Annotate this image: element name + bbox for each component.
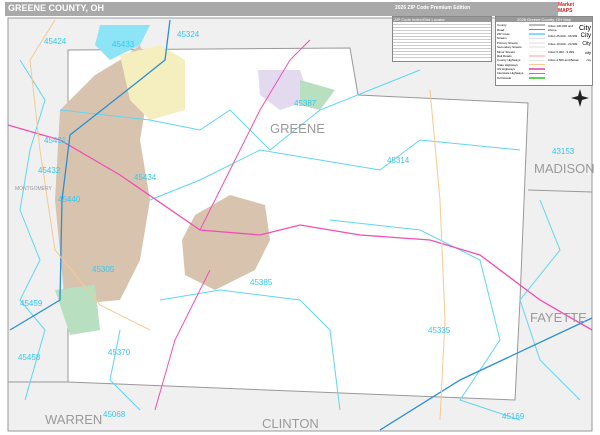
legend-swatch [529, 37, 545, 40]
legend-swatch [529, 46, 545, 48]
city-size-sample: City [578, 24, 591, 32]
city-size-sample: City [582, 41, 591, 47]
zip-label: 45305 [92, 265, 115, 274]
legend-item-label: County [497, 23, 507, 28]
zip-label: 45431 [44, 136, 67, 145]
city-size-sample: City [580, 33, 591, 39]
legend-item-label: Rail Roads [497, 53, 512, 58]
zip-index-table: ZIP Code Index/Grid Locator [392, 16, 492, 62]
county-label-fayette: FAYETTE [530, 310, 587, 325]
zip-label: 45385 [250, 278, 273, 287]
index-rows [393, 22, 491, 60]
legend-item: Toll Roads [497, 76, 545, 80]
county-label-clinton: CLINTON [262, 416, 319, 431]
legend-city-size: Cities 10,000 - 24,999 City [548, 40, 591, 48]
zip-label: 45458 [18, 353, 41, 362]
legend-item-label: State Highways [497, 62, 518, 67]
county-label-warren: WARREN [45, 412, 102, 427]
zip-label: 45432 [38, 166, 61, 175]
legend-swatch [529, 68, 545, 70]
zip-label: 45370 [108, 348, 131, 357]
zip-label: 43153 [552, 147, 575, 156]
legend-item-label: Road [497, 27, 505, 32]
legend-item-label: US Highways [497, 67, 516, 72]
map-legend: 2026 Greene County, OH Map County Road ZIP… [495, 16, 593, 86]
legend-swatch [529, 50, 545, 53]
zip-label: 45459 [20, 299, 43, 308]
city-size-label: Cities 25,000 - 99,999 [548, 34, 578, 38]
zip-label: 45314 [387, 156, 410, 165]
county-label-greene: GREENE [270, 121, 325, 136]
zip-label: 45169 [502, 412, 525, 421]
city-size-label: Cities 10,000 - 24,999 [548, 42, 578, 46]
legend-item-label: Primary Streets [497, 40, 518, 45]
county-label-madison: MADISON [534, 161, 595, 176]
legend-item-label: County Highways [497, 58, 521, 63]
county-label-montgomery: MONTGOMERY [15, 186, 53, 192]
legend-swatch [529, 55, 545, 57]
city-size-label: Cities 5,000 - 9,999 [548, 50, 575, 54]
city-size-sample: city [585, 49, 591, 55]
zip-label: 45324 [177, 30, 200, 39]
city-size-sample: city [586, 58, 592, 62]
legend-swatch [529, 24, 545, 26]
legend-swatch [529, 59, 545, 62]
legend-item-label: Secondary Streets [497, 45, 522, 50]
legend-city-size: Cities 2,500 and Below city [548, 56, 591, 64]
legend-item-label: Stream [497, 36, 507, 41]
legend-swatch [529, 33, 545, 35]
legend-item-label: Minor Streets [497, 49, 515, 54]
legend-item-label: ZIP Code [497, 31, 510, 36]
legend-swatch [529, 77, 545, 79]
zip-label: 45424 [44, 37, 67, 46]
legend-item-label: Interstate Highways [497, 71, 524, 76]
zip-label: 45068 [103, 410, 126, 419]
legend-city-size: Cities 5,000 - 9,999 city [548, 48, 591, 56]
legend-item-label: Toll Roads [497, 75, 512, 80]
legend-city-size: Cities 25,000 - 99,999 City [548, 32, 591, 40]
city-size-label: Cities 100,000 and Above [548, 24, 574, 32]
zip-label: 45387 [294, 99, 317, 108]
legend-swatch [529, 42, 545, 44]
zip-label: 45434 [134, 173, 157, 182]
zip-label: 45440 [58, 195, 81, 204]
city-size-label: Cities 2,500 and Below [548, 58, 579, 62]
legend-title: 2026 Greene County, OH Map [496, 17, 592, 22]
zip-label: 45335 [428, 326, 451, 335]
legend-swatch [529, 63, 545, 66]
legend-swatch [529, 72, 545, 75]
zip-label: 45433 [112, 40, 135, 49]
legend-city-size: Cities 100,000 and Above City [548, 24, 591, 32]
legend-swatch [529, 28, 545, 31]
